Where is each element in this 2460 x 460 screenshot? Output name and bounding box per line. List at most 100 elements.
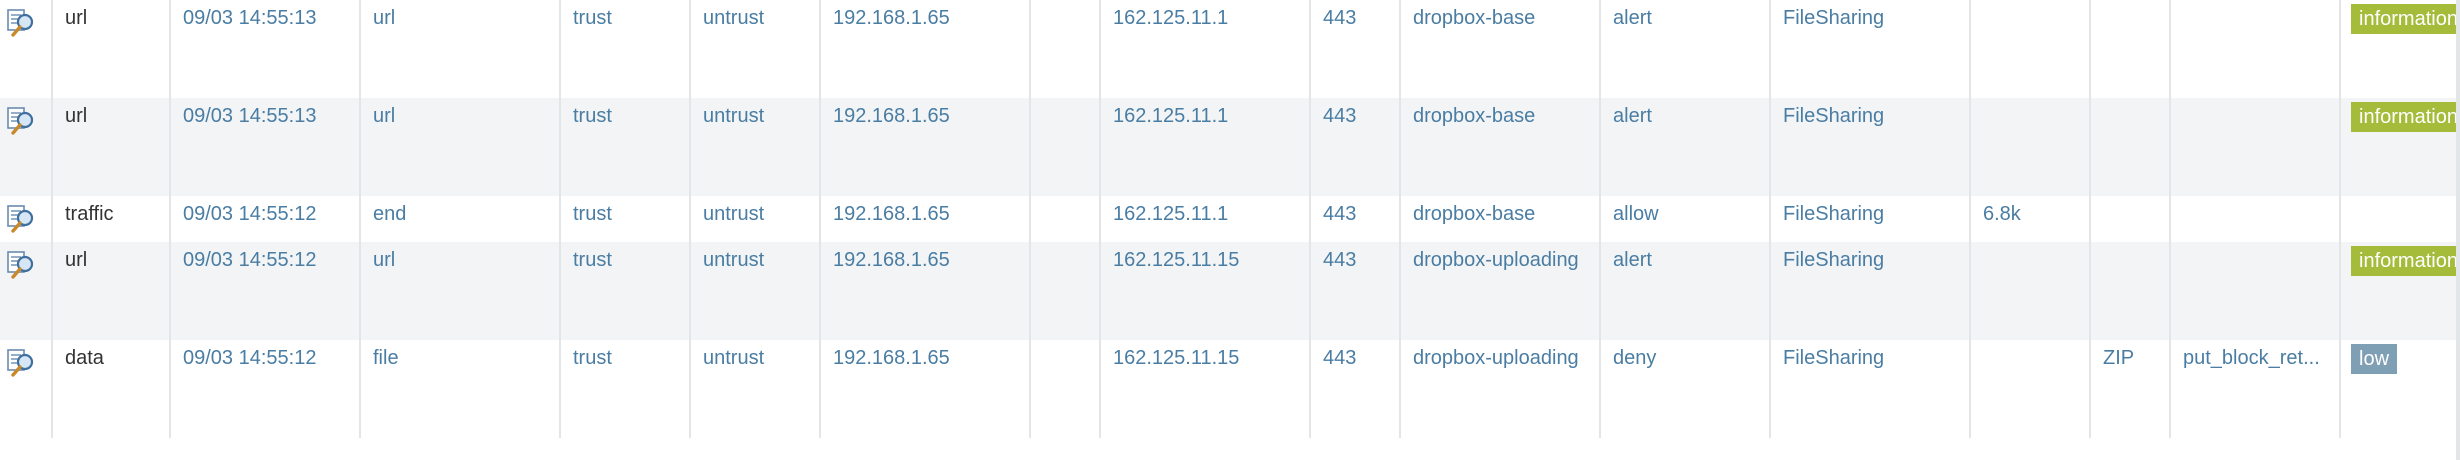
file-name-cell[interactable] xyxy=(2170,242,2341,340)
log-detail-magnifier-icon[interactable] xyxy=(6,106,40,136)
dst-port-cell[interactable]: 443 xyxy=(1310,340,1401,438)
from-zone-cell[interactable]: trust xyxy=(560,196,691,242)
bytes-cell[interactable] xyxy=(1970,242,2091,340)
table-row[interactable]: url 09/03 14:55:13 url trust untrust 192… xyxy=(0,0,2460,98)
source-user-cell[interactable] xyxy=(1030,340,1101,438)
file-type-cell[interactable] xyxy=(2090,0,2171,98)
table-row[interactable]: traffic 09/03 14:55:12 end trust untrust… xyxy=(0,196,2460,242)
file-name-cell[interactable] xyxy=(2170,98,2341,196)
to-zone-cell[interactable]: untrust xyxy=(690,340,821,438)
severity-cell[interactable]: informational xyxy=(2340,98,2460,196)
to-zone-cell[interactable]: untrust xyxy=(690,98,821,196)
action-cell[interactable]: alert xyxy=(1600,242,1771,340)
source-cell[interactable]: 192.168.1.65 xyxy=(820,98,1031,196)
file-name-cell[interactable]: put_block_ret... xyxy=(2170,340,2341,438)
category-cell[interactable]: FileSharing xyxy=(1770,340,1971,438)
file-type-cell[interactable] xyxy=(2090,196,2171,242)
bytes-cell[interactable] xyxy=(1970,340,2091,438)
dst-port-cell[interactable]: 443 xyxy=(1310,0,1401,98)
receive-time-cell[interactable]: 09/03 14:55:13 xyxy=(170,98,361,196)
subtype-cell[interactable]: url xyxy=(360,242,561,340)
source-user-cell[interactable] xyxy=(1030,0,1101,98)
receive-time-cell[interactable]: 09/03 14:55:12 xyxy=(170,196,361,242)
bytes-cell[interactable] xyxy=(1970,0,2091,98)
receive-time-cell[interactable]: 09/03 14:55:12 xyxy=(170,242,361,340)
application-cell[interactable]: dropbox-uploading xyxy=(1400,242,1601,340)
detail-cell[interactable] xyxy=(0,196,53,242)
to-zone-cell[interactable]: untrust xyxy=(690,242,821,340)
severity-badge: informational xyxy=(2351,102,2458,132)
log-table: url 09/03 14:55:13 url trust untrust 192… xyxy=(0,0,2460,438)
source-cell[interactable]: 192.168.1.65 xyxy=(820,340,1031,438)
log-detail-magnifier-icon[interactable] xyxy=(6,250,40,280)
bytes-cell[interactable] xyxy=(1970,98,2091,196)
severity-badge: informational xyxy=(2351,246,2458,276)
category-cell[interactable]: FileSharing xyxy=(1770,242,1971,340)
type-cell: traffic xyxy=(52,196,171,242)
subtype-cell[interactable]: url xyxy=(360,0,561,98)
from-zone-cell[interactable]: trust xyxy=(560,340,691,438)
category-cell[interactable]: FileSharing xyxy=(1770,0,1971,98)
log-detail-magnifier-icon[interactable] xyxy=(6,8,40,38)
source-cell[interactable]: 192.168.1.65 xyxy=(820,196,1031,242)
to-zone-cell[interactable]: untrust xyxy=(690,0,821,98)
destination-cell[interactable]: 162.125.11.15 xyxy=(1100,242,1311,340)
category-cell[interactable]: FileSharing xyxy=(1770,196,1971,242)
application-cell[interactable]: dropbox-base xyxy=(1400,196,1601,242)
dst-port-cell[interactable]: 443 xyxy=(1310,242,1401,340)
type-cell: data xyxy=(52,340,171,438)
from-zone-cell[interactable]: trust xyxy=(560,0,691,98)
subtype-cell[interactable]: file xyxy=(360,340,561,438)
file-type-cell[interactable]: ZIP xyxy=(2090,340,2171,438)
severity-badge: informational xyxy=(2351,4,2458,34)
type-cell: url xyxy=(52,0,171,98)
detail-cell[interactable] xyxy=(0,98,53,196)
destination-cell[interactable]: 162.125.11.1 xyxy=(1100,98,1311,196)
application-cell[interactable]: dropbox-base xyxy=(1400,98,1601,196)
subtype-cell[interactable]: url xyxy=(360,98,561,196)
severity-cell[interactable]: informational xyxy=(2340,0,2460,98)
log-detail-magnifier-icon[interactable] xyxy=(6,204,40,234)
from-zone-cell[interactable]: trust xyxy=(560,242,691,340)
source-user-cell[interactable] xyxy=(1030,196,1101,242)
destination-cell[interactable]: 162.125.11.15 xyxy=(1100,340,1311,438)
file-name-cell[interactable] xyxy=(2170,0,2341,98)
type-cell: url xyxy=(52,98,171,196)
source-cell[interactable]: 192.168.1.65 xyxy=(820,0,1031,98)
source-user-cell[interactable] xyxy=(1030,98,1101,196)
to-zone-cell[interactable]: untrust xyxy=(690,196,821,242)
file-type-cell[interactable] xyxy=(2090,98,2171,196)
file-type-cell[interactable] xyxy=(2090,242,2171,340)
dst-port-cell[interactable]: 443 xyxy=(1310,196,1401,242)
application-cell[interactable]: dropbox-uploading xyxy=(1400,340,1601,438)
action-cell[interactable]: deny xyxy=(1600,340,1771,438)
detail-cell[interactable] xyxy=(0,0,53,98)
destination-cell[interactable]: 162.125.11.1 xyxy=(1100,0,1311,98)
from-zone-cell[interactable]: trust xyxy=(560,98,691,196)
detail-cell[interactable] xyxy=(0,242,53,340)
table-row[interactable]: url 09/03 14:55:13 url trust untrust 192… xyxy=(0,98,2460,196)
scrollbar-edge[interactable] xyxy=(2456,0,2460,460)
action-cell[interactable]: alert xyxy=(1600,0,1771,98)
severity-cell[interactable]: informational xyxy=(2340,242,2460,340)
file-name-cell[interactable] xyxy=(2170,196,2341,242)
receive-time-cell[interactable]: 09/03 14:55:13 xyxy=(170,0,361,98)
severity-cell[interactable]: low xyxy=(2340,340,2460,438)
application-cell[interactable]: dropbox-base xyxy=(1400,0,1601,98)
log-detail-magnifier-icon[interactable] xyxy=(6,348,40,378)
action-cell[interactable]: alert xyxy=(1600,98,1771,196)
severity-cell[interactable] xyxy=(2340,196,2460,242)
subtype-cell[interactable]: end xyxy=(360,196,561,242)
table-row[interactable]: data 09/03 14:55:12 file trust untrust 1… xyxy=(0,340,2460,438)
source-cell[interactable]: 192.168.1.65 xyxy=(820,242,1031,340)
detail-cell[interactable] xyxy=(0,340,53,438)
log-table-body: url 09/03 14:55:13 url trust untrust 192… xyxy=(0,0,2460,438)
bytes-cell[interactable]: 6.8k xyxy=(1970,196,2091,242)
receive-time-cell[interactable]: 09/03 14:55:12 xyxy=(170,340,361,438)
destination-cell[interactable]: 162.125.11.1 xyxy=(1100,196,1311,242)
category-cell[interactable]: FileSharing xyxy=(1770,98,1971,196)
table-row[interactable]: url 09/03 14:55:12 url trust untrust 192… xyxy=(0,242,2460,340)
action-cell[interactable]: allow xyxy=(1600,196,1771,242)
source-user-cell[interactable] xyxy=(1030,242,1101,340)
dst-port-cell[interactable]: 443 xyxy=(1310,98,1401,196)
